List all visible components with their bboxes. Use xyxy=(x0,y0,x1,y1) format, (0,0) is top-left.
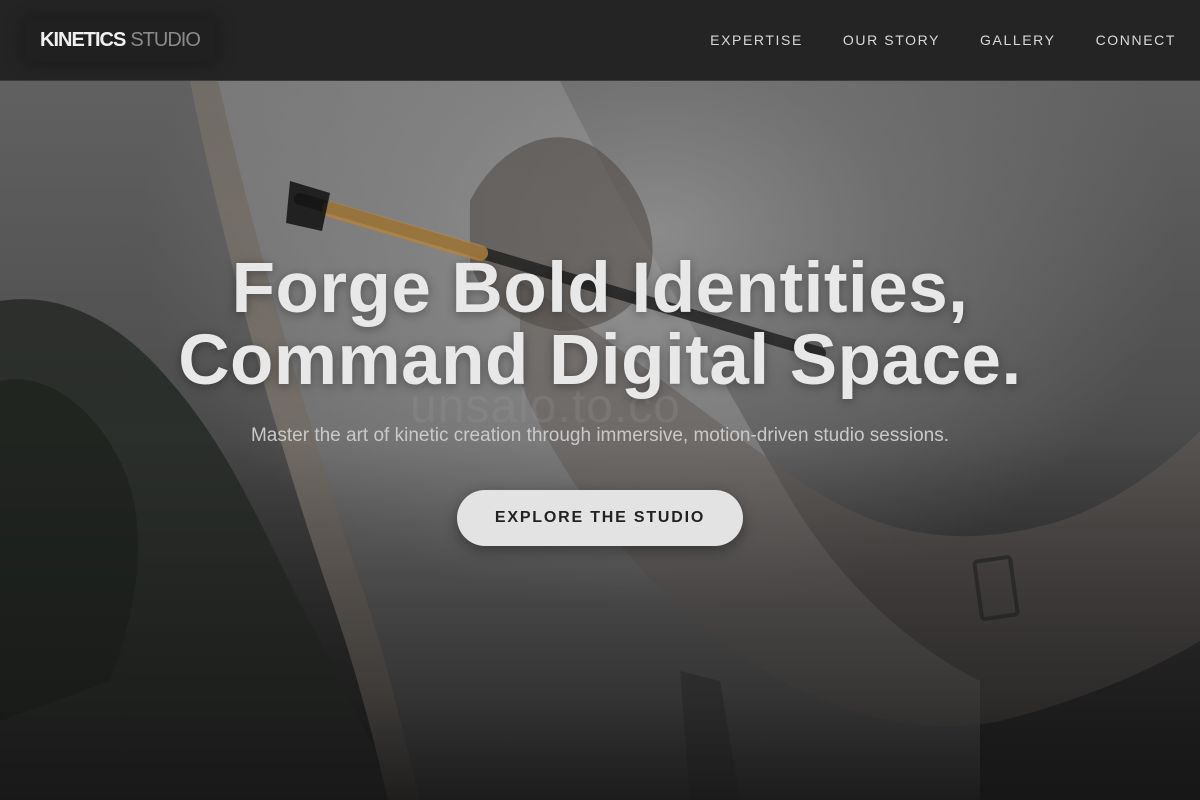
site-header: KINETICS STUDIO EXPERTISE OUR STORY GALL… xyxy=(0,0,1200,81)
hero-title-line-2: Command Digital Space. xyxy=(178,321,1022,400)
nav-link-our-story[interactable]: OUR STORY xyxy=(843,32,940,48)
hero-title-line-1: Forge Bold Identities, xyxy=(231,249,969,328)
hero-subtitle: Master the art of kinetic creation throu… xyxy=(250,425,950,446)
site-logo[interactable]: KINETICS STUDIO xyxy=(25,18,215,62)
logo-word-light: STUDIO xyxy=(130,28,201,51)
nav-link-connect[interactable]: CONNECT xyxy=(1096,32,1176,48)
hero-content: unsalo.to.co Forge Bold Identities, Comm… xyxy=(0,81,1200,800)
hero-section: unsalo.to.co Forge Bold Identities, Comm… xyxy=(0,81,1200,800)
explore-studio-button[interactable]: EXPLORE THE STUDIO xyxy=(457,490,743,546)
nav-link-gallery[interactable]: GALLERY xyxy=(980,32,1056,48)
landing-page: KINETICS STUDIO EXPERTISE OUR STORY GALL… xyxy=(0,0,1200,800)
nav-link-expertise[interactable]: EXPERTISE xyxy=(710,32,803,48)
main-nav: EXPERTISE OUR STORY GALLERY CONNECT xyxy=(710,32,1176,48)
hero-title: Forge Bold Identities, Command Digital S… xyxy=(0,253,1200,397)
logo-word-bold: KINETICS xyxy=(40,28,126,51)
